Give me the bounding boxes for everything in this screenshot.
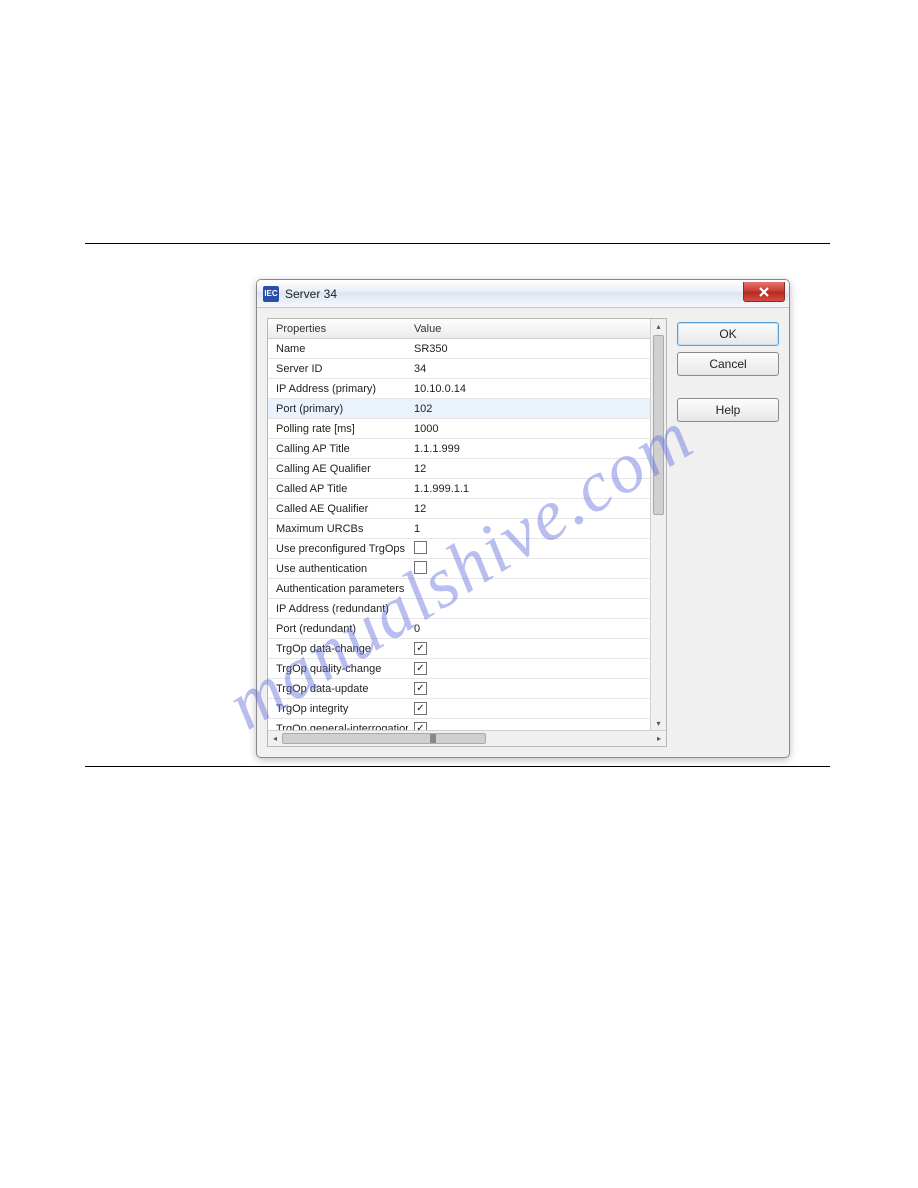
titlebar[interactable]: IEC Server 34 — [257, 280, 789, 308]
property-label: IP Address (primary) — [268, 383, 408, 395]
grid-header: Properties Value — [268, 319, 650, 339]
property-value[interactable]: 1.1.1.999 — [408, 443, 650, 455]
property-value[interactable]: ✓ — [408, 702, 650, 716]
property-label: Use authentication — [268, 563, 408, 575]
property-label: Called AE Qualifier — [268, 503, 408, 515]
property-row[interactable]: Calling AE Qualifier12 — [268, 459, 650, 479]
property-row[interactable]: IP Address (primary)10.10.0.14 — [268, 379, 650, 399]
property-value[interactable]: ✓ — [408, 662, 650, 676]
property-row[interactable]: Called AP Title1.1.999.1.1 — [268, 479, 650, 499]
horizontal-scrollbar[interactable]: ◂ ▸ — [268, 730, 666, 746]
property-label: Calling AE Qualifier — [268, 463, 408, 475]
property-row[interactable]: Use preconfigured TrgOps — [268, 539, 650, 559]
property-label: Calling AP Title — [268, 443, 408, 455]
button-column: OK Cancel Help — [677, 318, 779, 747]
property-row[interactable]: Authentication parameters — [268, 579, 650, 599]
header-properties[interactable]: Properties — [268, 323, 408, 335]
scroll-right-icon[interactable]: ▸ — [652, 731, 666, 746]
property-row[interactable]: TrgOp data-update ✓ — [268, 679, 650, 699]
property-value[interactable]: 0 — [408, 623, 650, 635]
app-icon: IEC — [263, 286, 279, 302]
header-value[interactable]: Value — [408, 323, 650, 335]
property-label: Use preconfigured TrgOps — [268, 543, 408, 555]
dialog-body: Properties Value NameSR350Server ID34IP … — [257, 308, 789, 757]
property-value[interactable]: 1000 — [408, 423, 650, 435]
checkbox[interactable]: ✓ — [414, 642, 427, 655]
property-row[interactable]: TrgOp integrity ✓ — [268, 699, 650, 719]
scroll-left-icon[interactable]: ◂ — [268, 731, 282, 746]
horizontal-rule — [85, 243, 830, 244]
ok-button[interactable]: OK — [677, 322, 779, 346]
property-value[interactable]: 12 — [408, 463, 650, 475]
property-label: Authentication parameters — [268, 583, 408, 595]
property-label: Name — [268, 343, 408, 355]
property-row[interactable]: Port (primary)102 — [268, 399, 650, 419]
checkbox[interactable]: ✓ — [414, 662, 427, 675]
checkbox[interactable] — [414, 541, 427, 554]
server-properties-dialog: IEC Server 34 Properties Value NameSR350… — [256, 279, 790, 758]
close-button[interactable] — [743, 282, 785, 302]
property-row[interactable]: Server ID34 — [268, 359, 650, 379]
scroll-up-icon[interactable]: ▴ — [651, 319, 666, 333]
property-value[interactable]: 102 — [408, 403, 650, 415]
property-row[interactable]: Port (redundant)0 — [268, 619, 650, 639]
property-value[interactable]: 34 — [408, 363, 650, 375]
property-value[interactable]: 1 — [408, 523, 650, 535]
horizontal-rule — [85, 766, 830, 767]
vertical-scrollbar[interactable]: ▴ ▾ — [650, 319, 666, 730]
property-label: Port (primary) — [268, 403, 408, 415]
property-label: Port (redundant) — [268, 623, 408, 635]
checkbox[interactable] — [414, 561, 427, 574]
checkbox[interactable]: ✓ — [414, 722, 427, 730]
property-label: TrgOp data-update — [268, 683, 408, 695]
checkbox[interactable]: ✓ — [414, 702, 427, 715]
property-row[interactable]: IP Address (redundant) — [268, 599, 650, 619]
scroll-down-icon[interactable]: ▾ — [651, 716, 666, 730]
property-label: TrgOp integrity — [268, 703, 408, 715]
property-value[interactable] — [408, 561, 650, 577]
property-value[interactable] — [408, 541, 650, 557]
property-label: Server ID — [268, 363, 408, 375]
property-label: TrgOp general-interrogation — [268, 723, 408, 731]
property-row[interactable]: TrgOp data-change ✓ — [268, 639, 650, 659]
property-value[interactable]: ✓ — [408, 642, 650, 656]
scroll-thumb-horizontal[interactable] — [282, 733, 486, 744]
property-value[interactable]: ✓ — [408, 722, 650, 730]
property-value[interactable]: 1.1.999.1.1 — [408, 483, 650, 495]
scroll-position-marker — [430, 734, 436, 743]
cancel-button[interactable]: Cancel — [677, 352, 779, 376]
checkbox[interactable]: ✓ — [414, 682, 427, 695]
property-label: IP Address (redundant) — [268, 603, 408, 615]
property-value[interactable]: SR350 — [408, 343, 650, 355]
property-row[interactable]: Maximum URCBs1 — [268, 519, 650, 539]
property-label: Called AP Title — [268, 483, 408, 495]
property-value[interactable]: 12 — [408, 503, 650, 515]
property-value[interactable]: 10.10.0.14 — [408, 383, 650, 395]
close-icon — [759, 287, 769, 297]
property-row[interactable]: Called AE Qualifier12 — [268, 499, 650, 519]
property-row[interactable]: Use authentication — [268, 559, 650, 579]
property-label: TrgOp quality-change — [268, 663, 408, 675]
property-label: TrgOp data-change — [268, 643, 408, 655]
property-row[interactable]: TrgOp general-interrogation ✓ — [268, 719, 650, 730]
property-row[interactable]: NameSR350 — [268, 339, 650, 359]
property-row[interactable]: TrgOp quality-change ✓ — [268, 659, 650, 679]
window-title: Server 34 — [285, 287, 337, 301]
properties-grid: Properties Value NameSR350Server ID34IP … — [267, 318, 667, 747]
property-label: Polling rate [ms] — [268, 423, 408, 435]
help-button[interactable]: Help — [677, 398, 779, 422]
property-label: Maximum URCBs — [268, 523, 408, 535]
scroll-thumb[interactable] — [653, 335, 664, 515]
property-row[interactable]: Polling rate [ms]1000 — [268, 419, 650, 439]
property-row[interactable]: Calling AP Title1.1.1.999 — [268, 439, 650, 459]
property-value[interactable]: ✓ — [408, 682, 650, 696]
